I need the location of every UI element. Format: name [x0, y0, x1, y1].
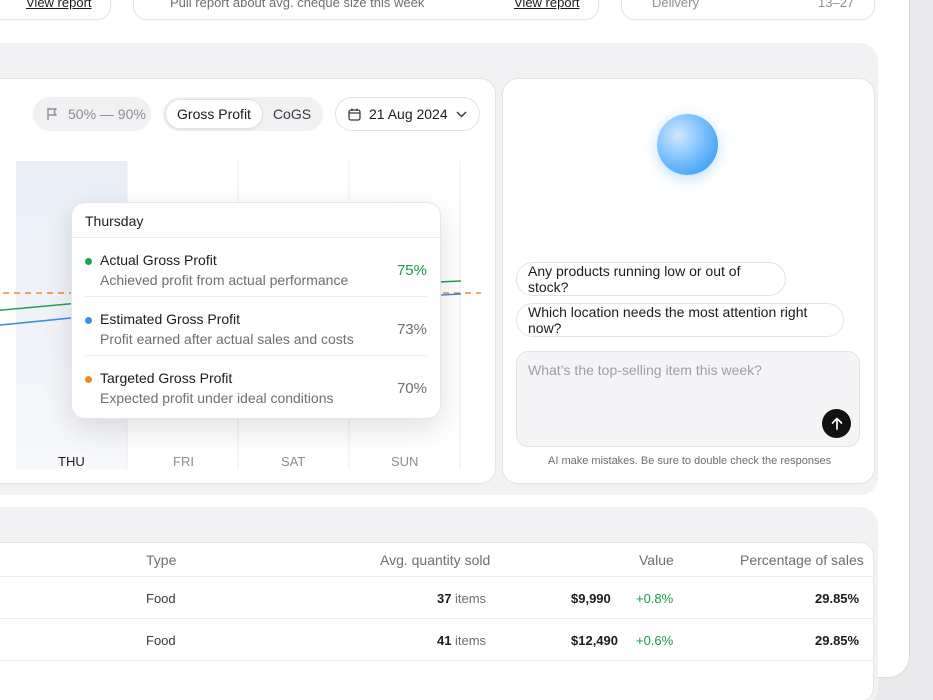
x-tick-sat: SAT	[281, 454, 306, 469]
cell-percentage: 29.85%	[815, 633, 860, 648]
cell-change: +0.8%	[636, 591, 674, 606]
tooltip-row-subtitle: Achieved profit from actual performance	[100, 272, 349, 288]
x-tick-sun: SUN	[391, 454, 419, 469]
tooltip-row-actual: Actual Gross Profit Achieved profit from…	[85, 238, 427, 297]
chevron-down-icon	[456, 110, 467, 118]
metric-segmented-control: Gross Profit CoGS	[163, 97, 323, 131]
calendar-icon	[348, 108, 361, 121]
send-button[interactable]	[822, 409, 851, 438]
cell-type: Food	[146, 591, 176, 606]
cell-qty-unit: items	[455, 633, 487, 648]
top-card-right-value: 13–27	[818, 0, 855, 10]
tooltip-row-value: 73%	[396, 321, 427, 338]
column-header-avg-qty[interactable]: Avg. quantity sold	[380, 552, 490, 568]
tab-cogs[interactable]: CoGS	[263, 99, 321, 129]
tooltip-row-title: Actual Gross Profit	[100, 252, 217, 268]
cell-value: $9,990	[571, 591, 611, 606]
series-dot-actual	[85, 258, 92, 265]
suggestion-chip-location[interactable]: Which location needs the most attention …	[516, 303, 844, 337]
tooltip-row-subtitle: Expected profit under ideal conditions	[100, 390, 334, 406]
threshold-filter[interactable]: 50% — 90%	[33, 97, 151, 131]
tooltip-row-subtitle: Profit earned after actual sales and cos…	[100, 331, 354, 347]
flag-icon	[47, 108, 57, 120]
tooltip-row-targeted: Targeted Gross Profit Expected profit un…	[85, 356, 427, 415]
date-picker[interactable]: 21 Aug 2024	[335, 97, 480, 131]
cell-value: $12,490	[571, 633, 618, 648]
table-divider	[0, 576, 874, 577]
ai-disclaimer: AI make mistakes. Be sure to double chec…	[548, 455, 832, 467]
tooltip-row-estimated: Estimated Gross Profit Profit earned aft…	[85, 297, 427, 356]
view-report-link-left[interactable]: View report	[26, 0, 92, 10]
chart-tooltip: Thursday Actual Gross Profit Achieved pr…	[71, 202, 441, 419]
ai-orb-icon	[657, 114, 718, 175]
chat-composer	[516, 351, 860, 447]
top-card-right-label: Delivery	[652, 0, 699, 10]
tooltip-title: Thursday	[72, 203, 440, 238]
tooltip-row-title: Targeted Gross Profit	[100, 370, 233, 386]
arrow-up-icon	[831, 417, 842, 430]
column-header-percentage[interactable]: Percentage of sales	[740, 552, 864, 568]
cell-change: +0.6%	[636, 633, 674, 648]
cell-percentage: 29.85%	[815, 591, 860, 606]
top-card-left: View report	[0, 0, 111, 20]
tooltip-row-title: Estimated Gross Profit	[100, 311, 241, 327]
chat-input[interactable]	[528, 362, 828, 378]
tooltip-row-value: 75%	[396, 262, 427, 279]
column-header-type[interactable]: Type	[146, 552, 176, 568]
cell-type: Food	[146, 633, 176, 648]
threshold-range: 50% — 90%	[68, 106, 146, 122]
series-dot-targeted	[85, 376, 92, 383]
top-card-middle: Pull report about avg. cheque size this …	[133, 0, 599, 20]
table-divider	[0, 660, 874, 661]
x-tick-thu: THU	[58, 454, 85, 469]
table-divider	[0, 618, 874, 619]
view-report-link-middle[interactable]: View report	[514, 0, 580, 10]
tab-gross-profit[interactable]: Gross Profit	[165, 99, 263, 129]
cell-qty: 41	[437, 633, 452, 648]
tooltip-row-value: 70%	[396, 380, 427, 397]
cell-qty-unit: items	[455, 591, 487, 606]
cell-qty: 37	[437, 591, 452, 606]
column-header-value[interactable]: Value	[639, 552, 674, 568]
top-card-right: Delivery 13–27	[621, 0, 875, 20]
x-tick-fri: FRI	[173, 454, 194, 469]
series-dot-estimated	[85, 317, 92, 324]
suggestion-chip-stock[interactable]: Any products running low or out of stock…	[516, 262, 786, 296]
date-value: 21 Aug 2024	[369, 106, 448, 122]
top-card-middle-text: Pull report about avg. cheque size this …	[170, 0, 425, 10]
